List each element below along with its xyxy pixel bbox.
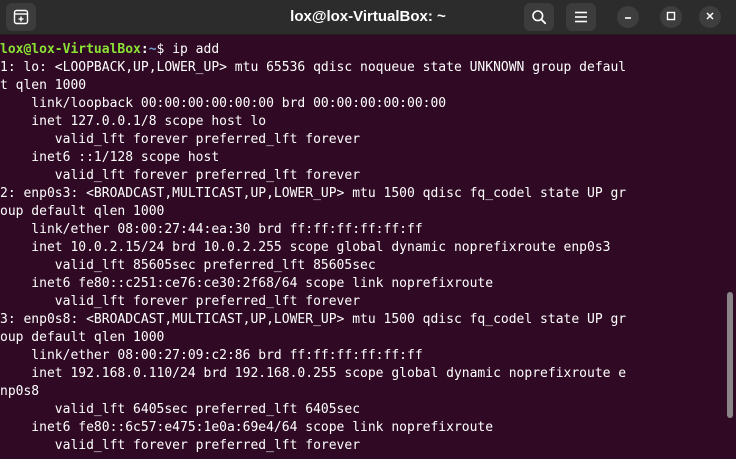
minimize-button[interactable] — [617, 6, 639, 28]
maximize-button[interactable] — [660, 6, 682, 28]
output-line: valid_lft forever preferred_lft forever — [0, 132, 361, 147]
command-output: 1: lo: <LOOPBACK,UP,LOWER_UP> mtu 65536 … — [0, 59, 722, 455]
output-line: np0s8 — [0, 384, 40, 399]
close-icon — [705, 8, 715, 26]
output-line: 1: lo: <LOOPBACK,UP,LOWER_UP> mtu 65536 … — [0, 60, 627, 75]
search-button[interactable] — [524, 3, 554, 31]
menu-button[interactable] — [566, 3, 596, 31]
output-line: valid_lft 6405sec preferred_lft 6405sec — [0, 402, 361, 417]
output-line: valid_lft forever preferred_lft forever — [0, 438, 361, 453]
output-line: inet6 ::1/128 scope host — [0, 150, 220, 165]
output-line: inet6 fe80::c251:ce76:ce30:2f68/64 scope… — [0, 276, 494, 291]
vertical-scrollbar[interactable] — [727, 292, 733, 418]
close-button[interactable] — [699, 6, 721, 28]
output-line: valid_lft forever preferred_lft forever — [0, 168, 361, 183]
prompt-symbol: $ — [156, 42, 173, 57]
output-line: inet 127.0.0.1/8 scope host lo — [0, 114, 267, 129]
output-line: valid_lft forever preferred_lft forever — [0, 294, 361, 309]
output-line: inet 10.0.2.15/24 brd 10.0.2.255 scope g… — [0, 240, 611, 255]
output-line: oup default qlen 1000 — [0, 204, 165, 219]
titlebar: lox@lox-VirtualBox: ~ — [0, 0, 736, 35]
prompt-command: ip add — [172, 42, 220, 57]
output-line: inet6 fe80::6c57:e475:1e0a:69e4/64 scope… — [0, 420, 494, 435]
prompt-user-host: lox@lox-VirtualBox — [0, 42, 141, 57]
output-line: oup default qlen 1000 — [0, 330, 165, 345]
output-line: link/ether 08:00:27:09:c2:86 brd ff:ff:f… — [0, 348, 423, 363]
terminal-window: lox@lox-VirtualBox: ~ lox@lox-VirtualBox… — [0, 0, 736, 459]
output-line: t qlen 1000 — [0, 78, 87, 93]
search-icon — [531, 9, 547, 25]
maximize-icon — [666, 8, 676, 26]
output-line: 2: enp0s3: <BROADCAST,MULTICAST,UP,LOWER… — [0, 186, 627, 201]
terminal-output-area[interactable]: lox@lox-VirtualBox:~$ ip add 1: lo: <LOO… — [0, 35, 722, 459]
output-line: link/ether 08:00:27:44:ea:30 brd ff:ff:f… — [0, 222, 423, 237]
output-line: link/loopback 00:00:00:00:00:00 brd 00:0… — [0, 96, 447, 111]
output-line: valid_lft 85605sec preferred_lft 85605se… — [0, 258, 376, 273]
output-line: 3: enp0s8: <BROADCAST,MULTICAST,UP,LOWER… — [0, 312, 627, 327]
output-line: inet 192.168.0.110/24 brd 192.168.0.255 … — [0, 366, 627, 381]
prompt-path: ~ — [148, 42, 157, 57]
prompt-separator: : — [140, 42, 149, 57]
hamburger-menu-icon — [574, 11, 588, 23]
prompt-line: lox@lox-VirtualBox:~$ ip add — [0, 41, 722, 59]
minimize-icon — [623, 8, 633, 26]
